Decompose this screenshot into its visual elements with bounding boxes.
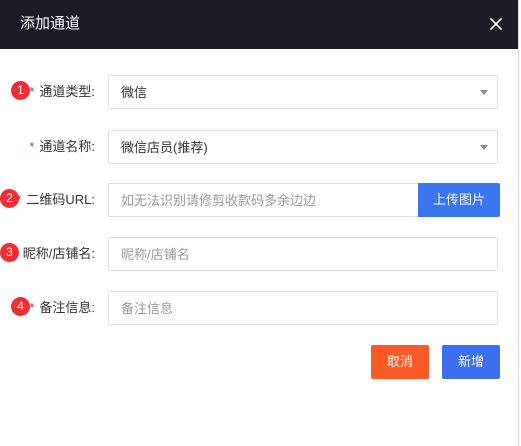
chevron-down-icon bbox=[480, 90, 488, 95]
channel-name-label-text: 通道名称: bbox=[39, 139, 95, 154]
remark-label-text: 备注信息: bbox=[39, 300, 95, 315]
remark-label: * 备注信息: bbox=[29, 299, 95, 316]
required-marker: * bbox=[29, 139, 35, 154]
channel-name-value: 微信店员(推荐) bbox=[121, 140, 208, 155]
channel-type-value: 微信 bbox=[121, 85, 148, 100]
channel-type-row: 1 * 通道类型: 微信 bbox=[0, 75, 518, 109]
required-marker: * bbox=[16, 192, 22, 207]
add-channel-dialog: 添加通道 1 * 通道类型: 微信 * 通道名称: 微信店员(推荐) 2 * 二… bbox=[0, 0, 518, 446]
channel-name-select[interactable]: 微信店员(推荐) bbox=[108, 130, 498, 164]
required-marker: * bbox=[12, 246, 18, 261]
nickname-label-text: 昵称/店铺名: bbox=[22, 246, 95, 261]
channel-name-row: * 通道名称: 微信店员(推荐) bbox=[0, 130, 518, 164]
nickname-row: 3 * 昵称/店铺名: bbox=[0, 237, 518, 271]
qrcode-url-input[interactable] bbox=[109, 184, 418, 216]
close-icon[interactable] bbox=[486, 14, 506, 34]
channel-type-select[interactable]: 微信 bbox=[108, 75, 498, 109]
qrcode-url-field[interactable] bbox=[108, 183, 418, 217]
required-marker: * bbox=[29, 300, 35, 315]
channel-name-label: * 通道名称: bbox=[29, 138, 95, 155]
nickname-input[interactable] bbox=[109, 238, 497, 270]
upload-image-button[interactable]: 上传图片 bbox=[418, 183, 500, 217]
nickname-field[interactable] bbox=[108, 237, 498, 271]
qrcode-url-row: 2 *二维码URL: 上传图片 bbox=[0, 183, 518, 217]
step-badge: 4 bbox=[11, 297, 30, 316]
remark-input[interactable] bbox=[109, 292, 497, 324]
channel-type-label: * 通道类型: bbox=[29, 83, 95, 100]
required-marker: * bbox=[29, 84, 35, 99]
remark-field[interactable] bbox=[108, 291, 498, 325]
cancel-button[interactable]: 取消 bbox=[371, 345, 429, 379]
nickname-label: * 昵称/店铺名: bbox=[13, 245, 95, 262]
dialog-header: 添加通道 bbox=[0, 0, 518, 49]
remark-row: 4 * 备注信息: bbox=[0, 291, 518, 325]
step-badge: 1 bbox=[11, 81, 30, 100]
channel-type-label-text: 通道类型: bbox=[39, 84, 95, 99]
qrcode-url-label: * 二维码URL: bbox=[16, 191, 95, 208]
dialog-title: 添加通道 bbox=[20, 15, 81, 32]
chevron-down-icon bbox=[480, 145, 488, 150]
add-button[interactable]: 新增 bbox=[442, 345, 500, 379]
qrcode-url-label-text: 二维码URL: bbox=[26, 192, 95, 207]
